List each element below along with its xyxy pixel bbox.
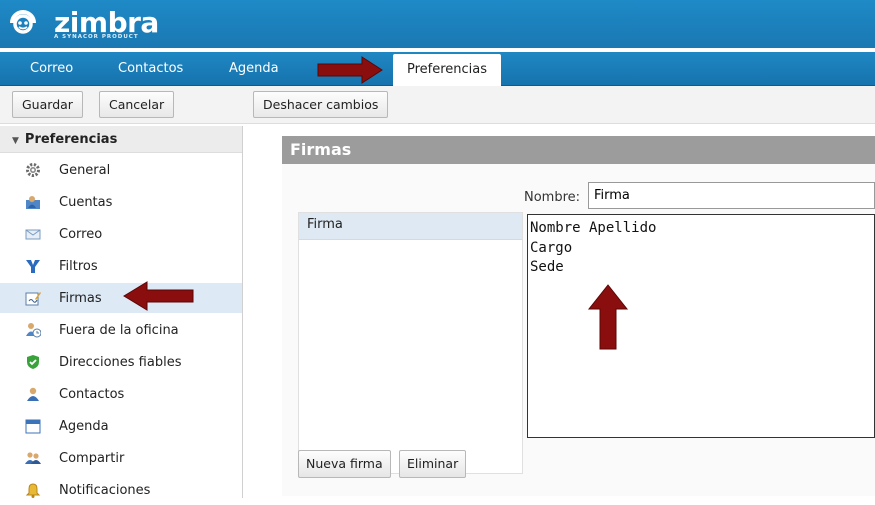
collapse-triangle-icon[interactable]: ▼ bbox=[12, 136, 19, 146]
sidebar-item-filtros[interactable]: Filtros bbox=[0, 251, 242, 281]
sidebar-item-correo[interactable]: Correo bbox=[0, 219, 242, 249]
sidebar-item-fuera-de-la-oficina[interactable]: Fuera de la oficina bbox=[0, 315, 242, 345]
sidebar-item-label: Firmas bbox=[59, 290, 102, 306]
app-tab-bar: Correo Contactos Agenda Preferencias bbox=[0, 52, 875, 87]
tab-preferencias[interactable]: Preferencias bbox=[393, 54, 502, 87]
gear-icon bbox=[25, 162, 41, 178]
new-signature-button[interactable]: Nueva firma bbox=[298, 450, 391, 478]
sidebar-item-label: Correo bbox=[59, 226, 103, 242]
undo-changes-button[interactable]: Deshacer cambios bbox=[253, 91, 389, 118]
logo-subtitle: A SYNACOR PRODUCT bbox=[54, 34, 139, 40]
sidebar-item-label: Filtros bbox=[59, 258, 98, 274]
cancel-button[interactable]: Cancelar bbox=[99, 91, 175, 118]
sidebar-item-label: Compartir bbox=[59, 450, 125, 466]
arrow-left-icon bbox=[123, 281, 194, 311]
preferences-sidebar: ▼ Preferencias General Cuentas Correo Fil… bbox=[0, 126, 243, 498]
sidebar-item-contactos[interactable]: Contactos bbox=[0, 379, 242, 409]
arrow-up-icon bbox=[587, 284, 629, 350]
filter-icon bbox=[25, 258, 41, 274]
sidebar-header-label: Preferencias bbox=[24, 132, 118, 147]
signature-icon bbox=[25, 290, 41, 306]
sidebar-header[interactable]: ▼ Preferencias bbox=[0, 126, 242, 153]
save-button[interactable]: Guardar bbox=[12, 91, 83, 118]
signature-list: Firma bbox=[298, 212, 523, 474]
sidebar-item-notificaciones[interactable]: Notificaciones bbox=[0, 475, 242, 505]
sidebar-item-cuentas[interactable]: Cuentas bbox=[0, 187, 242, 217]
toolbar: Guardar Cancelar Deshacer cambios bbox=[0, 86, 875, 124]
share-icon bbox=[25, 450, 41, 466]
content-area: Firmas Nombre: Firma Nombre Apellido Car… bbox=[250, 126, 875, 498]
sidebar-item-label: Notificaciones bbox=[59, 482, 151, 498]
out-of-office-icon bbox=[25, 322, 41, 338]
sidebar-item-label: Direcciones fiables bbox=[59, 354, 182, 370]
contact-icon bbox=[25, 386, 41, 402]
signature-name-label: Nombre: bbox=[524, 190, 581, 205]
tab-agenda[interactable]: Agenda bbox=[229, 52, 279, 86]
delete-signature-button[interactable]: Eliminar bbox=[399, 450, 467, 478]
tab-correo[interactable]: Correo bbox=[30, 52, 73, 86]
sidebar-item-label: Cuentas bbox=[59, 194, 113, 210]
signatures-panel: Firmas Nombre: Firma Nombre Apellido Car… bbox=[282, 136, 875, 496]
logo-text: zimbra bbox=[54, 6, 159, 39]
tab-contactos[interactable]: Contactos bbox=[118, 52, 183, 86]
signature-list-item[interactable]: Firma bbox=[299, 213, 522, 240]
arrow-right-icon bbox=[317, 56, 383, 84]
sidebar-item-compartir[interactable]: Compartir bbox=[0, 443, 242, 473]
signature-body-textarea[interactable]: Nombre Apellido Cargo Sede bbox=[527, 214, 875, 438]
signature-name-input[interactable] bbox=[588, 182, 875, 209]
trusted-shield-icon bbox=[25, 354, 41, 370]
sidebar-item-agenda[interactable]: Agenda bbox=[0, 411, 242, 441]
sidebar-item-label: Contactos bbox=[59, 386, 125, 402]
panel-title: Firmas bbox=[282, 136, 875, 164]
sidebar-item-general[interactable]: General bbox=[0, 155, 242, 185]
sidebar-item-label: General bbox=[59, 162, 111, 178]
calendar-icon bbox=[25, 418, 41, 434]
bell-icon bbox=[25, 482, 41, 498]
sidebar-item-label: Agenda bbox=[59, 418, 109, 434]
sidebar-item-direcciones-fiables[interactable]: Direcciones fiables bbox=[0, 347, 242, 377]
sidebar-item-label: Fuera de la oficina bbox=[59, 322, 179, 338]
accounts-icon bbox=[25, 194, 41, 210]
panel-body: Nombre: Firma Nombre Apellido Cargo Sede… bbox=[282, 164, 875, 496]
mail-icon bbox=[25, 226, 41, 242]
app-header: zimbra A SYNACOR PRODUCT bbox=[0, 0, 875, 48]
logo-mark-icon bbox=[10, 10, 36, 34]
